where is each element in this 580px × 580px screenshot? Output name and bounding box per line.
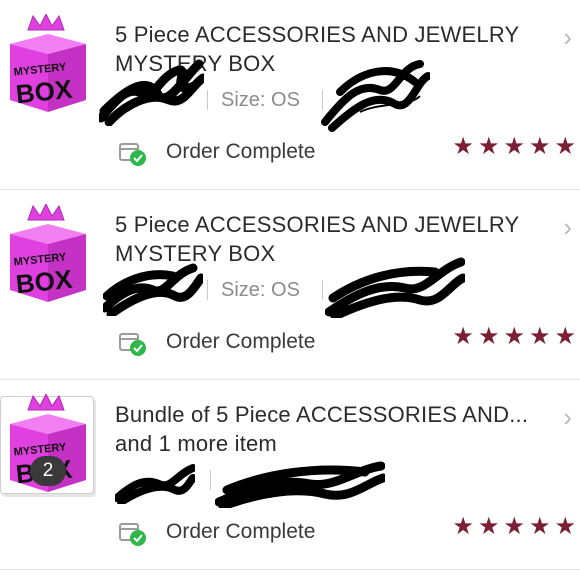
order-meta: Size: OS: [99, 59, 455, 132]
package-check-icon: [118, 328, 148, 358]
star-icon: ★: [477, 323, 500, 350]
rating-stars: ★ ★ ★ ★ ★: [452, 325, 576, 349]
star-icon: ★: [503, 513, 525, 540]
redacted-scribble: [99, 59, 204, 126]
star-icon: ★: [528, 323, 551, 350]
svg-text:BOX: BOX: [14, 74, 74, 110]
star-icon: ★: [452, 513, 474, 540]
redacted-scribble: [103, 263, 203, 316]
rating-stars: ★ ★ ★ ★ ★: [452, 515, 576, 539]
quantity-badge: 2: [30, 456, 66, 486]
order-row-3[interactable]: MYSTERY BOX 2 Bundle of 5 Piece ACCESSOR…: [0, 380, 580, 570]
star-icon: ★: [477, 513, 500, 540]
star-icon: ★: [452, 133, 474, 160]
mystery-box-thumbnail: MYSTERY BOX 2: [0, 394, 92, 494]
order-row-2[interactable]: MYSTERY BOX 5 Piece ACCESSORIES AND JEWE…: [0, 190, 580, 380]
rating-stars: ★ ★ ★ ★ ★: [452, 135, 576, 159]
mystery-box-thumbnail: MYSTERY BOX: [0, 14, 92, 114]
chevron-right-icon[interactable]: ›: [563, 214, 572, 240]
star-icon: ★: [503, 323, 525, 350]
order-meta: [115, 461, 455, 508]
package-check-icon: [118, 138, 148, 168]
star-icon: ★: [452, 323, 474, 350]
order-status: Order Complete: [166, 330, 316, 353]
chevron-right-icon[interactable]: ›: [563, 24, 572, 50]
star-icon: ★: [554, 513, 576, 540]
order-status: Order Complete: [166, 520, 316, 543]
star-icon: ★: [554, 323, 576, 350]
order-row-1[interactable]: MYSTERY BOX 5 Piece ACCESSORIES AND JEWE…: [0, 0, 580, 190]
redacted-scribble: [325, 257, 465, 318]
chevron-right-icon[interactable]: ›: [563, 404, 572, 430]
star-icon: ★: [528, 133, 551, 160]
size-label: Size: OS: [221, 89, 300, 111]
size-label: Size: OS: [221, 279, 300, 301]
star-icon: ★: [503, 133, 525, 160]
redacted-scribble: [215, 461, 385, 508]
redacted-scribble: [115, 464, 195, 504]
redacted-scribble: [321, 60, 430, 132]
package-check-icon: [118, 518, 148, 548]
star-icon: ★: [528, 513, 551, 540]
svg-text:BOX: BOX: [14, 264, 74, 300]
order-title[interactable]: Bundle of 5 Piece ACCESSORIES AND... and…: [115, 400, 545, 458]
order-meta: Size: OS: [103, 257, 465, 318]
order-status: Order Complete: [166, 140, 316, 163]
star-icon: ★: [554, 133, 576, 160]
star-icon: ★: [477, 133, 500, 160]
mystery-box-thumbnail: MYSTERY BOX: [0, 204, 92, 304]
